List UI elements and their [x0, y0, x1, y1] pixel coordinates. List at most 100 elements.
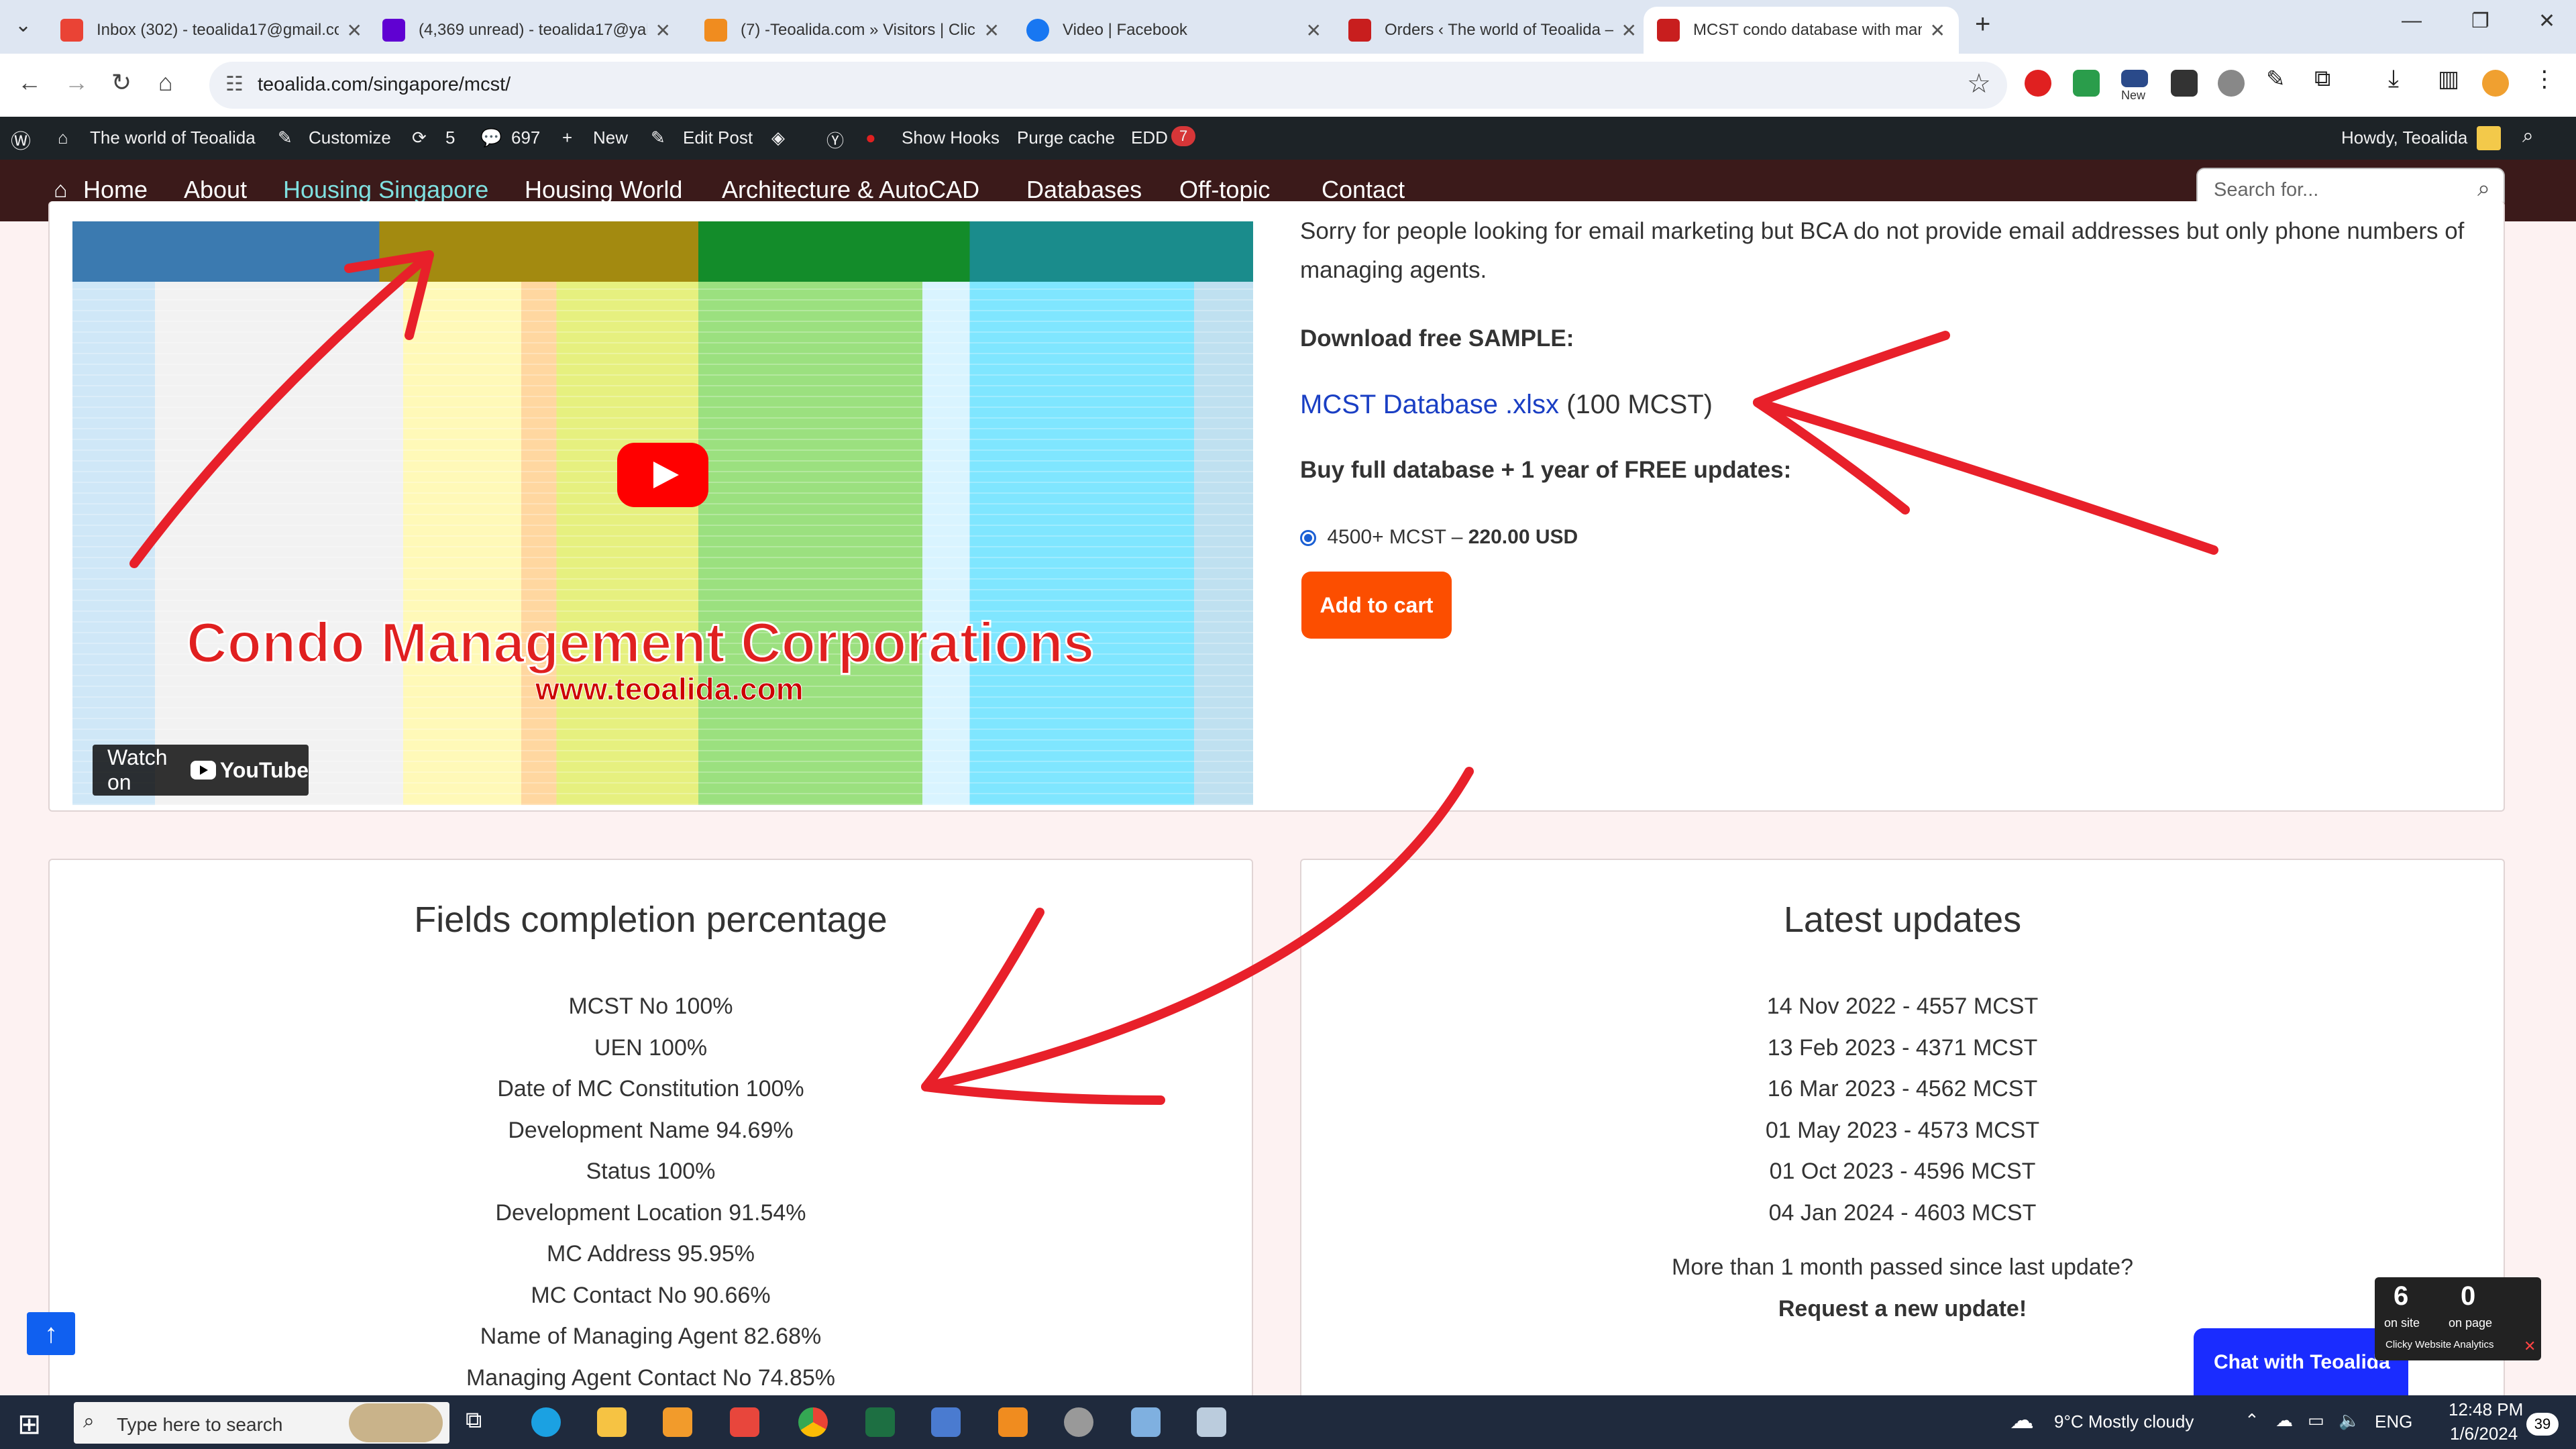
nav-contact[interactable]: Contact — [1322, 176, 1405, 204]
task-view-icon[interactable]: ⧉ — [466, 1407, 495, 1437]
gear-extension-icon[interactable] — [2218, 70, 2245, 97]
extensions-puzzle-icon[interactable]: ⧉ — [2314, 66, 2341, 93]
nav-off-topic[interactable]: Off-topic — [1179, 176, 1270, 204]
app-icon[interactable] — [1131, 1407, 1161, 1437]
tab-mcst[interactable]: MCST condo database with managing agents… — [1644, 7, 1959, 54]
avatar[interactable] — [2477, 126, 2501, 150]
close-icon[interactable]: ✕ — [1621, 19, 1637, 42]
tab-orders[interactable]: Orders ‹ The world of Teoalida — WordPre… — [1335, 7, 1650, 54]
purge-cache-link[interactable]: Purge cache — [1017, 127, 1115, 148]
site-name-link[interactable]: The world of Teoalida — [90, 127, 256, 148]
yoast-icon[interactable]: Ⓨ — [826, 127, 844, 152]
howdy-link[interactable]: Howdy, Teoalida — [2341, 127, 2467, 148]
edge-icon[interactable] — [531, 1407, 561, 1437]
nav-housing-singapore[interactable]: Housing Singapore — [283, 176, 488, 204]
cloud-icon[interactable]: ☁ — [2275, 1410, 2293, 1431]
list-item: Date of MC Constitution 100% — [497, 1076, 804, 1102]
close-icon[interactable]: ✕ — [347, 19, 362, 42]
close-icon[interactable]: ✕ — [984, 19, 1000, 42]
nav-about[interactable]: About — [184, 176, 247, 204]
sidebar-icon[interactable]: ▥ — [2438, 66, 2465, 93]
eyedropper-icon[interactable]: ✎ — [2266, 66, 2293, 93]
tab-clicky[interactable]: (7) -Teoalida.com » Visitors | Clicky ✕ — [691, 7, 1013, 54]
search-icon[interactable]: ⌕ — [2522, 125, 2534, 148]
comments-link[interactable]: 697 — [511, 127, 540, 148]
language-indicator[interactable]: ENG — [2375, 1411, 2412, 1432]
profile-icon[interactable] — [2482, 70, 2509, 97]
app-icon[interactable] — [730, 1407, 759, 1437]
sample-note: (100 MCST) — [1566, 390, 1713, 419]
watch-on-youtube-button[interactable]: Watch on YouTube — [93, 745, 309, 796]
chrome-icon[interactable] — [798, 1407, 828, 1437]
taskbar-search-input[interactable]: ⌕ Type here to search — [74, 1402, 449, 1444]
clock-date[interactable]: 1/6/2024 — [2450, 1424, 2518, 1444]
site-info-icon[interactable]: ☷ — [225, 72, 244, 96]
volume-icon[interactable]: 🔈 — [2339, 1410, 2360, 1431]
updates-link[interactable]: 5 — [445, 127, 455, 148]
chrome-menu-icon[interactable]: ⌄ — [15, 13, 32, 37]
home-icon[interactable]: ⌂ — [158, 68, 173, 97]
restore-icon[interactable]: ❐ — [2471, 9, 2489, 33]
app-icon[interactable] — [1197, 1407, 1226, 1437]
new-content-link[interactable]: New — [593, 127, 628, 148]
tab-gmail[interactable]: Inbox (302) - teoalida17@gmail.com ✕ — [47, 7, 376, 54]
nav-home[interactable]: Home — [83, 176, 148, 204]
intro-text: Sorry for people looking for email marke… — [1300, 218, 2465, 283]
app-icon[interactable] — [1064, 1407, 1093, 1437]
opera-extension-icon[interactable] — [2025, 70, 2051, 97]
new-extension-icon[interactable] — [2121, 70, 2148, 87]
diamond-icon[interactable]: ◈ — [771, 127, 785, 148]
customize-link[interactable]: Customize — [309, 127, 391, 148]
back-icon[interactable]: ← — [17, 68, 42, 97]
network-icon[interactable]: ▭ — [2308, 1410, 2324, 1431]
windows-icon[interactable]: ⊞ — [17, 1407, 41, 1440]
minimize-icon[interactable]: — — [2402, 9, 2422, 32]
back-to-top-button[interactable]: ↑ — [27, 1312, 75, 1355]
explorer-icon[interactable] — [597, 1407, 627, 1437]
wordpress-icon[interactable]: Ⓦ — [11, 125, 31, 154]
forward-icon[interactable]: → — [64, 68, 89, 97]
kebab-icon[interactable]: ⋮ — [2533, 66, 2560, 93]
app-icon[interactable] — [931, 1407, 961, 1437]
weather-icon[interactable]: ☁ — [2010, 1406, 2034, 1434]
show-hooks-link[interactable]: Show Hooks — [902, 127, 1000, 148]
new-tab-button[interactable]: + — [1975, 9, 1990, 40]
search-icon: ⌕ — [83, 1410, 95, 1432]
sample-download-link[interactable]: MCST Database .xlsx — [1300, 390, 1559, 419]
media-player-icon[interactable] — [663, 1407, 692, 1437]
download-icon[interactable]: ⤓ — [2388, 64, 2415, 92]
address-bar[interactable]: ☷ teoalida.com/singapore/mcst/ ☆ — [209, 62, 2007, 109]
edd-link[interactable]: EDD — [1131, 127, 1168, 148]
request-update-link[interactable]: Request a new update! — [1300, 1296, 2505, 1322]
close-icon[interactable]: ✕ — [1930, 19, 1945, 42]
clock-time[interactable]: 12:48 PM — [2449, 1399, 2523, 1420]
window-close-icon[interactable]: ✕ — [2538, 9, 2555, 33]
update-question: More than 1 month passed since last upda… — [1672, 1254, 2133, 1280]
edit-post-link[interactable]: Edit Post — [683, 127, 753, 148]
play-button[interactable] — [617, 443, 708, 507]
nav-databases[interactable]: Databases — [1026, 176, 1142, 204]
close-icon[interactable]: ✕ — [1306, 19, 1322, 42]
nav-housing-world[interactable]: Housing World — [525, 176, 682, 204]
nav-architecture[interactable]: Architecture & AutoCAD — [722, 176, 979, 204]
weather-text[interactable]: 9°C Mostly cloudy — [2054, 1411, 2194, 1432]
list-item: MC Address 95.95% — [547, 1241, 755, 1267]
reload-icon[interactable]: ↻ — [111, 68, 131, 97]
x-extension-icon[interactable] — [2171, 70, 2198, 97]
tab-yahoo-mail[interactable]: (4,369 unread) - teoalida17@yahoo.com ✕ — [369, 7, 684, 54]
tab-facebook[interactable]: Video | Facebook ✕ — [1013, 7, 1335, 54]
price-option-radio[interactable] — [1300, 530, 1316, 546]
close-icon[interactable]: ✕ — [655, 19, 671, 42]
close-icon[interactable]: ✕ — [2524, 1338, 2536, 1355]
search-icon[interactable]: ⌕ — [2477, 176, 2490, 202]
star-icon[interactable]: ☆ — [1967, 68, 1991, 99]
notification-badge[interactable]: 39 — [2526, 1413, 2559, 1436]
clicky-widget[interactable]: 6 on site 0 on page Clicky Website Analy… — [2375, 1277, 2541, 1360]
mail-extension-icon[interactable] — [2073, 70, 2100, 97]
excel-icon[interactable] — [865, 1407, 895, 1437]
add-to-cart-button[interactable]: Add to cart — [1301, 572, 1452, 639]
youtube-video-embed[interactable]: Condo Management Corporations www.teoali… — [72, 221, 1253, 805]
app-icon[interactable] — [998, 1407, 1028, 1437]
plus-icon: + — [562, 127, 573, 148]
tray-chevron-icon[interactable]: ⌃ — [2245, 1410, 2259, 1431]
